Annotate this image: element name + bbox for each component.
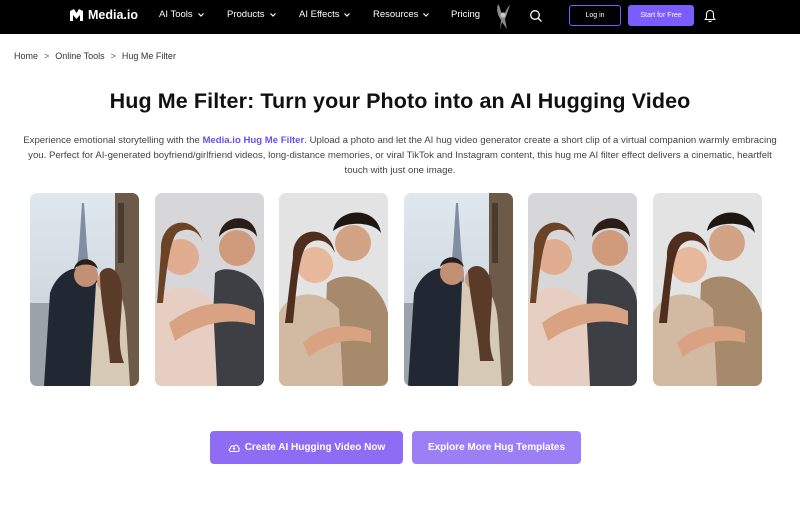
page-title: Hug Me Filter: Turn your Photo into an A… (109, 89, 691, 113)
description-product-link[interactable]: Media.io Hug Me Filter (202, 135, 304, 146)
chevron-down-icon (269, 12, 276, 17)
explore-templates-button[interactable]: Explore More Hug Templates (412, 431, 581, 464)
nav-ai-tools-label: AI Tools (159, 9, 193, 20)
login-button[interactable]: Log in (569, 5, 621, 26)
breadcrumb-separator: > (110, 51, 116, 61)
nav-ai-tools[interactable]: AI Tools (159, 9, 205, 20)
start-free-button[interactable]: Start for Free (628, 5, 694, 26)
nav-pricing-label: Pricing (451, 9, 481, 20)
logo-icon (70, 9, 83, 21)
cheek-kiss-couple-image (279, 193, 388, 386)
nav-products-label: Products (227, 9, 265, 20)
breadcrumb-current[interactable]: Hug Me Filter (122, 51, 176, 61)
breadcrumb-online-tools[interactable]: Online Tools (55, 51, 104, 61)
page-description: Experience emotional storytelling with t… (22, 133, 778, 178)
gallery-card-6[interactable] (653, 193, 762, 386)
top-navbar: Media.io AI Tools Products AI Effects Re… (0, 0, 800, 34)
breadcrumb-home[interactable]: Home (14, 51, 38, 61)
chevron-down-icon (197, 12, 204, 17)
chevron-down-icon (344, 12, 351, 17)
paris-couple-image (404, 193, 513, 386)
gallery-card-3[interactable] (279, 193, 388, 386)
gallery-card-2[interactable] (155, 193, 264, 386)
create-video-label: Create AI Hugging Video Now (244, 442, 386, 453)
bell-icon[interactable] (704, 9, 716, 23)
nav-products[interactable]: Products (227, 9, 277, 20)
breadcrumb-separator: > (44, 51, 50, 61)
nav-ai-effects-label: AI Effects (299, 9, 340, 20)
nav-resources-label: Resources (373, 9, 419, 20)
create-video-button[interactable]: Create AI Hugging Video Now (210, 431, 403, 464)
breadcrumb: Home > Online Tools > Hug Me Filter (14, 51, 176, 61)
chevron-down-icon (423, 12, 430, 17)
nav-resources[interactable]: Resources (373, 9, 430, 20)
description-intro: Experience emotional storytelling with t… (23, 135, 203, 146)
cheek-kiss-couple-image (653, 193, 762, 386)
brand-name: Media.io (88, 8, 139, 22)
gallery-card-5[interactable] (528, 193, 637, 386)
brand-logo[interactable]: Media.io (70, 8, 138, 22)
search-icon[interactable] (529, 9, 543, 23)
nav-ai-effects[interactable]: AI Effects (299, 9, 351, 20)
paris-couple-image (30, 193, 139, 386)
gallery-card-1[interactable] (30, 193, 139, 386)
upload-cloud-icon (228, 444, 240, 452)
gallery-card-4[interactable] (404, 193, 513, 386)
nav-pricing[interactable]: Pricing (451, 9, 480, 20)
smiling-couple-image (155, 193, 264, 386)
smiling-couple-image (528, 193, 637, 386)
mascot-decoration-icon (497, 4, 510, 30)
